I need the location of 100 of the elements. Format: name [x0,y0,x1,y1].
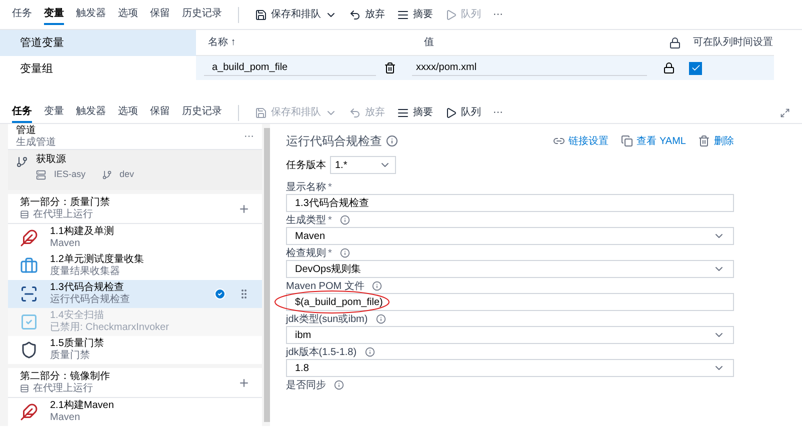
trash-icon[interactable] [384,62,396,74]
column-header[interactable]: 名称 ↑ [196,35,396,50]
info-icon[interactable] [334,380,344,390]
input-field[interactable]: 1.3代码合规检查 [286,194,734,212]
required-mark: * [328,180,332,194]
scan-icon [20,285,38,303]
info-icon[interactable] [340,215,350,225]
expand-icon[interactable] [780,108,790,118]
select-field[interactable]: 1.8 [286,359,734,377]
tab[interactable]: 选项 [118,102,138,122]
value-field[interactable]: xxxx/pom.xml [412,60,647,76]
phase-subtitle: 在代理上运行 [33,208,93,220]
task-title: 1.3代码合规检查 [50,282,125,294]
tab[interactable]: 历史记录 [182,4,222,24]
toolbar-button[interactable]: 队列 [445,106,481,118]
task-subtitle: Maven [50,238,82,250]
required-mark: * [328,246,332,260]
field-label: jdk版本(1.5-1.8) [286,346,357,360]
undo-icon [349,8,361,20]
action-link[interactable]: 链接设置 [552,134,609,148]
branch-icon [102,170,112,180]
task-item[interactable]: 1.3代码合规检查 运行代码合规检查 [8,280,262,308]
task-title: 1.5质量门禁 [50,338,105,350]
info-icon[interactable] [340,248,350,258]
save-icon [255,8,267,20]
tab[interactable]: 历史记录 [182,102,222,122]
column-header[interactable]: 可在队列时间设置 [693,35,773,50]
select-field[interactable]: DevOps规则集 [286,260,734,278]
version-select[interactable]: 1.* [330,156,396,174]
more-button[interactable]: ··· [493,8,503,20]
task-item[interactable]: 1.5质量门禁 质量门禁 [8,336,262,364]
nav-item[interactable]: 管道变量 [0,30,196,56]
task-subtitle: 度量结果收集器 [50,266,121,278]
more-button[interactable]: ··· [244,129,254,144]
checkbox[interactable] [689,62,702,74]
info-icon[interactable] [376,314,386,324]
tab[interactable]: 任务 [12,4,32,24]
field-label: 生成类型 [286,214,326,228]
copy-icon [620,135,633,147]
toolbar-button[interactable]: 保存和排队 [255,8,337,20]
add-icon[interactable] [238,202,250,214]
tab[interactable]: 触发器 [76,102,106,122]
select-field[interactable]: ibm [286,326,734,344]
phase-title[interactable]: 第二部分：镜像制作 [20,370,238,382]
task-heading: 运行代码合规检查 [286,133,382,150]
tab[interactable]: 变量 [44,4,64,24]
feather-icon [20,403,38,421]
add-icon[interactable] [238,376,250,388]
task-subtitle: 运行代码合规检查 [50,294,131,306]
field-label: jdk类型(sun或ibm) [286,312,368,326]
link-icon [552,135,565,147]
shield-icon [20,341,38,359]
list-icon [397,8,409,20]
column-header[interactable]: 值 [396,35,651,50]
task-subtitle: 质量门禁 [50,350,91,362]
toolbar-button[interactable]: 放弃 [349,8,385,20]
task-title: 1.4安全扫描 [50,310,105,322]
check-circle-icon [214,288,226,300]
task-subtitle: Maven [50,412,82,424]
pipeline-subtitle: 生成管道 [16,136,57,148]
phase-subtitle: 在代理上运行 [33,382,93,394]
branch-icon [16,156,28,168]
tab[interactable]: 触发器 [76,4,106,24]
toolbar-button[interactable]: 摘要 [397,8,433,20]
nav-item[interactable]: 变量组 [0,56,196,82]
input-field[interactable]: $(a_build_pom_file) [286,293,734,311]
task-item[interactable]: 1.1构建及单测 Maven [8,224,262,252]
field-label: 检查规则 [286,246,326,260]
tab[interactable]: 变量 [44,102,64,122]
agent-icon [20,384,29,393]
lock-icon[interactable] [663,62,675,74]
item-title[interactable]: 获取源 [36,154,134,166]
action-link[interactable]: 删除 [698,134,734,148]
play-icon [445,106,457,118]
agent-icon [20,210,29,219]
tab[interactable]: 保留 [150,4,170,24]
play-icon [445,8,457,20]
task-title: 2.1构建Maven [50,400,115,412]
info-icon[interactable] [386,135,398,147]
check-icon [690,63,700,73]
phase-title[interactable]: 第一部分：质量门禁 [20,196,238,208]
repo-icon [36,170,46,180]
checkbox-icon [20,313,38,331]
scrollbar[interactable] [264,128,270,422]
task-item[interactable]: 1.2单元测试度量收集 度量结果收集器 [8,252,262,280]
field-label: 任务版本 [286,158,326,172]
pipeline-title[interactable]: 管道 [16,124,244,136]
branch-name: dev [120,168,134,181]
more-button[interactable]: ··· [493,106,503,118]
tab[interactable]: 保留 [150,102,170,122]
tab[interactable]: 选项 [118,4,138,24]
action-link[interactable]: 查看 YAML [620,134,686,148]
task-item[interactable]: 2.1构建Maven Maven [8,398,262,426]
info-icon[interactable] [364,347,375,357]
toolbar-button[interactable]: 摘要 [397,106,433,118]
select-field[interactable]: Maven [286,227,734,245]
name-field[interactable]: a_build_pom_file [204,60,376,76]
info-icon[interactable] [372,281,382,291]
briefcase-icon [20,257,38,275]
field-label: Maven POM 文件 [286,280,364,294]
